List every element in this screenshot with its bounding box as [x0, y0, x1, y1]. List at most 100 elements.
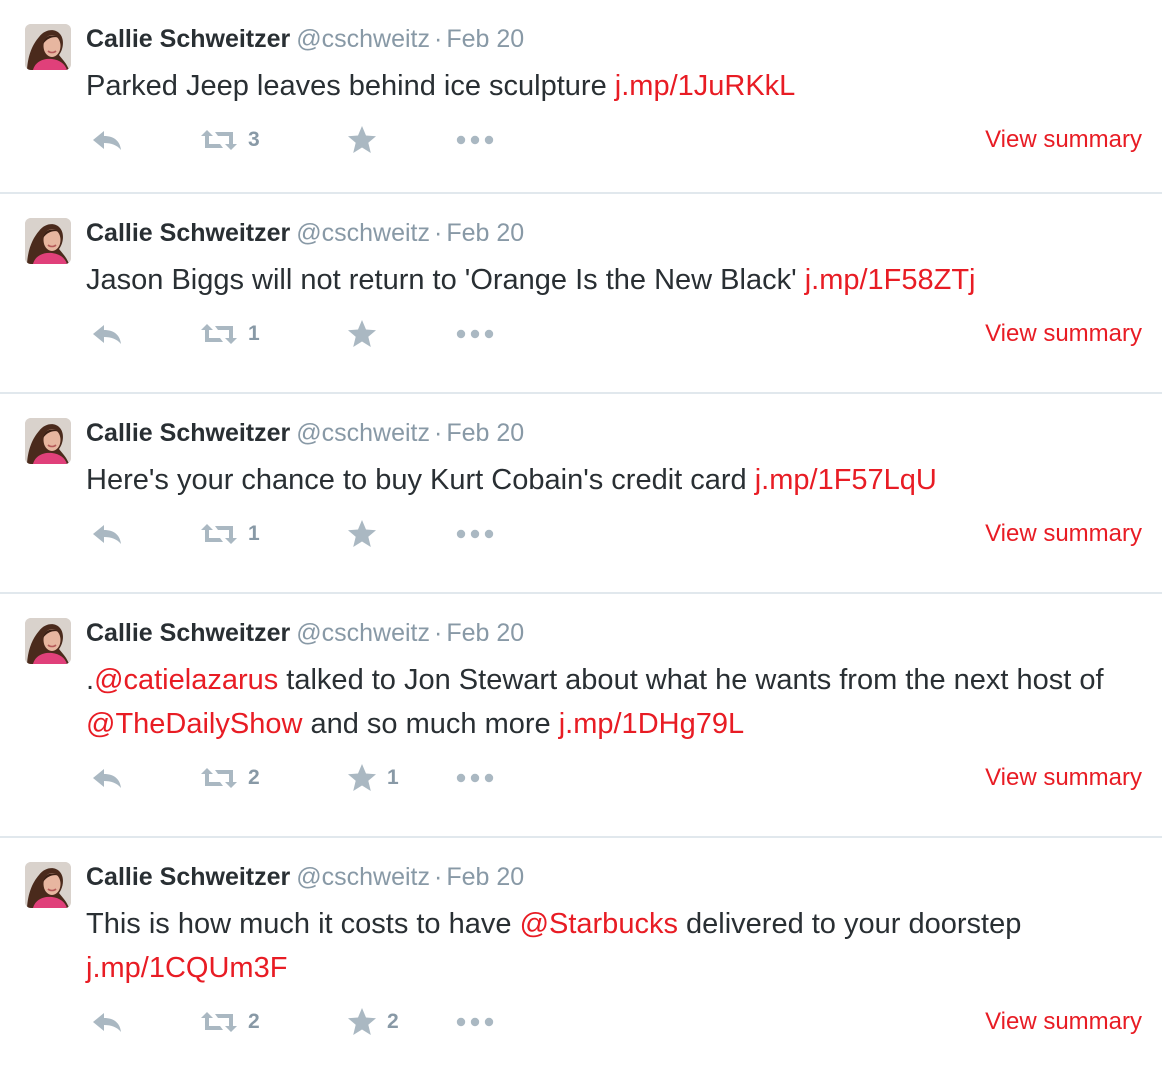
- tweet-content: Callie Schweitzer @cschweitz · Feb 20 Parke…: [86, 22, 1142, 108]
- reply-icon: [90, 322, 124, 346]
- author-name[interactable]: Callie Schweitzer: [86, 619, 290, 647]
- reply-icon: [90, 766, 124, 790]
- tweet-text-segment: talked to Jon Stewart about what he want…: [278, 664, 1104, 696]
- tweet[interactable]: Callie Schweitzer @cschweitz · Feb 20 Here'…: [0, 394, 1162, 594]
- header-separator: ·: [434, 419, 443, 447]
- author-name[interactable]: Callie Schweitzer: [86, 863, 290, 891]
- tweet-date[interactable]: Feb 20: [446, 219, 524, 247]
- reply-button[interactable]: [90, 1002, 124, 1042]
- favorite-button[interactable]: 2: [347, 1002, 399, 1042]
- retweet-count: 1: [248, 522, 260, 545]
- tweet-link[interactable]: j.mp/1CQUm3F: [86, 952, 287, 984]
- more-button[interactable]: [455, 514, 495, 554]
- author-name[interactable]: Callie Schweitzer: [86, 25, 290, 53]
- reply-icon: [90, 1010, 124, 1034]
- tweet-text-segment: Parked Jeep leaves behind ice sculpture: [86, 70, 615, 102]
- avatar-image: [25, 862, 71, 908]
- tweet-link[interactable]: j.mp/1DHg79L: [559, 708, 744, 740]
- retweet-icon: [200, 322, 238, 346]
- more-icon: [455, 1016, 495, 1028]
- mention-link[interactable]: @Starbucks: [520, 908, 678, 940]
- retweet-button[interactable]: 3: [200, 120, 260, 160]
- tweet-header: Callie Schweitzer @cschweitz · Feb 20: [86, 416, 1142, 450]
- tweet[interactable]: Callie Schweitzer @cschweitz · Feb 20 .@cat…: [0, 594, 1162, 838]
- tweet-content: Callie Schweitzer @cschweitz · Feb 20 .@cat…: [86, 616, 1142, 746]
- star-icon: [347, 519, 377, 549]
- tweet[interactable]: Callie Schweitzer @cschweitz · Feb 20 Jason…: [0, 194, 1162, 394]
- view-summary-link[interactable]: View summary: [985, 758, 1142, 798]
- author-handle[interactable]: @cschweitz: [296, 863, 430, 891]
- mention-link[interactable]: @catielazarus: [94, 664, 278, 696]
- tweet-link[interactable]: j.mp/1F58ZTj: [805, 264, 976, 296]
- view-summary-link[interactable]: View summary: [985, 120, 1142, 160]
- tweet-actions: 1 View summary: [86, 514, 1142, 554]
- retweet-button[interactable]: 1: [200, 314, 260, 354]
- tweet-actions: 2 2 View summary: [86, 1002, 1142, 1042]
- avatar[interactable]: [25, 218, 71, 264]
- reply-button[interactable]: [90, 514, 124, 554]
- tweet-actions: 1 View summary: [86, 314, 1142, 354]
- more-button[interactable]: [455, 314, 495, 354]
- favorite-button[interactable]: [347, 120, 387, 160]
- author-handle[interactable]: @cschweitz: [296, 25, 430, 53]
- author-handle[interactable]: @cschweitz: [296, 419, 430, 447]
- tweet-text-segment: This is how much it costs to have: [86, 908, 520, 940]
- more-icon: [455, 134, 495, 146]
- star-icon: [347, 1007, 377, 1037]
- tweet-content: Callie Schweitzer @cschweitz · Feb 20 This …: [86, 860, 1142, 990]
- avatar-image: [25, 24, 71, 70]
- tweet-header: Callie Schweitzer @cschweitz · Feb 20: [86, 22, 1142, 56]
- tweet[interactable]: Callie Schweitzer @cschweitz · Feb 20 Parke…: [0, 0, 1162, 194]
- favorite-count: 2: [387, 1010, 399, 1033]
- avatar-image: [25, 418, 71, 464]
- tweet-link[interactable]: j.mp/1F57LqU: [755, 464, 937, 496]
- reply-button[interactable]: [90, 120, 124, 160]
- tweet[interactable]: Callie Schweitzer @cschweitz · Feb 20 This …: [0, 838, 1162, 1068]
- view-summary-link[interactable]: View summary: [985, 1002, 1142, 1042]
- mention-link[interactable]: @TheDailyShow: [86, 708, 302, 740]
- retweet-button[interactable]: 1: [200, 514, 260, 554]
- tweet-text: This is how much it costs to have @Starb…: [86, 902, 1142, 990]
- reply-button[interactable]: [90, 314, 124, 354]
- favorite-button[interactable]: 1: [347, 758, 399, 798]
- tweet-link[interactable]: j.mp/1JuRKkL: [615, 70, 796, 102]
- star-icon: [347, 125, 377, 155]
- avatar[interactable]: [25, 862, 71, 908]
- tweet-content: Callie Schweitzer @cschweitz · Feb 20 Jason…: [86, 216, 1142, 302]
- star-icon: [347, 319, 377, 349]
- reply-button[interactable]: [90, 758, 124, 798]
- avatar[interactable]: [25, 618, 71, 664]
- favorite-button[interactable]: [347, 314, 387, 354]
- more-button[interactable]: [455, 1002, 495, 1042]
- more-button[interactable]: [455, 758, 495, 798]
- retweet-count: 3: [248, 128, 260, 151]
- tweet-actions: 3 View summary: [86, 120, 1142, 160]
- view-summary-link[interactable]: View summary: [985, 514, 1142, 554]
- tweet-text: Here's your chance to buy Kurt Cobain's …: [86, 458, 1142, 502]
- favorite-button[interactable]: [347, 514, 387, 554]
- retweet-button[interactable]: 2: [200, 758, 260, 798]
- star-icon: [347, 763, 377, 793]
- tweet-date[interactable]: Feb 20: [446, 419, 524, 447]
- tweet-date[interactable]: Feb 20: [446, 863, 524, 891]
- tweet-header: Callie Schweitzer @cschweitz · Feb 20: [86, 216, 1142, 250]
- author-name[interactable]: Callie Schweitzer: [86, 419, 290, 447]
- tweet-text-segment: Jason Biggs will not return to 'Orange I…: [86, 264, 805, 296]
- favorite-count: 1: [387, 766, 399, 789]
- tweet-content: Callie Schweitzer @cschweitz · Feb 20 Here'…: [86, 416, 1142, 502]
- retweet-button[interactable]: 2: [200, 1002, 260, 1042]
- author-handle[interactable]: @cschweitz: [296, 219, 430, 247]
- author-handle[interactable]: @cschweitz: [296, 619, 430, 647]
- tweet-text-segment: .: [86, 664, 95, 696]
- avatar[interactable]: [25, 418, 71, 464]
- avatar[interactable]: [25, 24, 71, 70]
- tweet-date[interactable]: Feb 20: [446, 25, 524, 53]
- retweet-icon: [200, 766, 238, 790]
- tweet-date[interactable]: Feb 20: [446, 619, 524, 647]
- avatar-image: [25, 618, 71, 664]
- retweet-count: 2: [248, 766, 260, 789]
- view-summary-link[interactable]: View summary: [985, 314, 1142, 354]
- author-name[interactable]: Callie Schweitzer: [86, 219, 290, 247]
- tweet-text-segment: and so much more: [302, 708, 559, 740]
- more-button[interactable]: [455, 120, 495, 160]
